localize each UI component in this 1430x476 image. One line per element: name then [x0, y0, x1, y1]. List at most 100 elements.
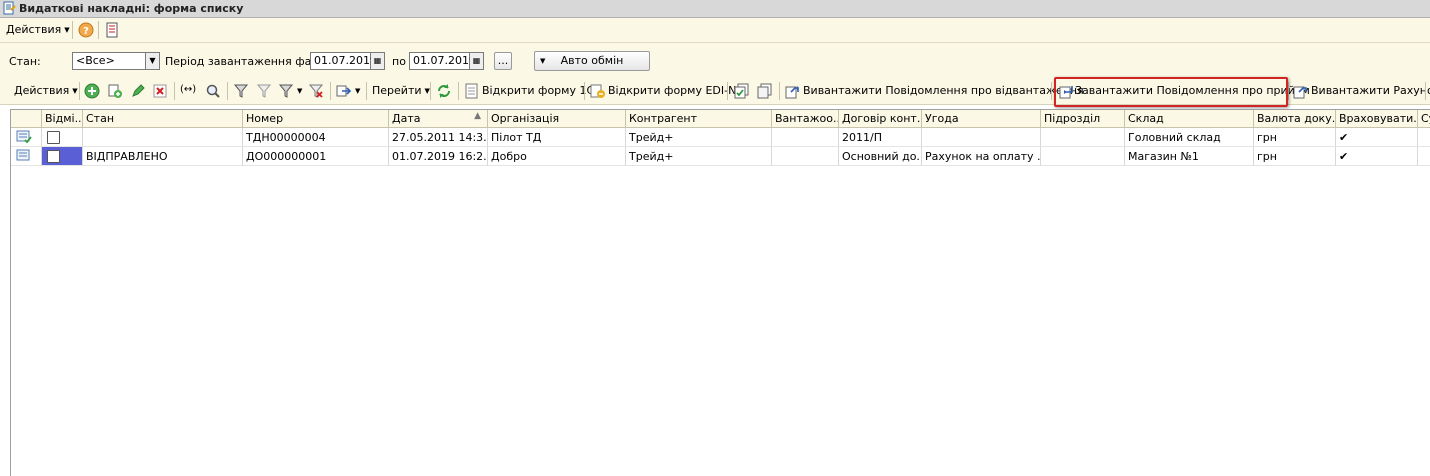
calendar-icon: ▦	[472, 56, 481, 65]
cell-consider: ✔	[1336, 147, 1418, 166]
cell-number: ДО000000001	[243, 147, 389, 166]
table-header-cell[interactable]: Відмі...	[42, 110, 83, 128]
column-label: Су	[1421, 112, 1430, 125]
date-from-value: 01.07.2019	[314, 54, 377, 67]
table-header-cell[interactable]: Номер	[243, 110, 389, 128]
cell-organization: Пілот ТД	[488, 128, 626, 147]
cell-organization: Добро	[488, 147, 626, 166]
document-icon	[3, 1, 16, 15]
copy-documents-icon[interactable]	[757, 83, 773, 99]
to-label: по	[392, 55, 406, 68]
caret-down-icon: ▼	[72, 87, 78, 95]
help-icon[interactable]: ?	[78, 22, 94, 38]
row-check-cell[interactable]	[42, 128, 83, 147]
state-select[interactable]: <Все>	[72, 52, 146, 70]
table-header-cell[interactable]: Стан	[83, 110, 243, 128]
cell-state: ВІДПРАВЛЕНО	[83, 147, 243, 166]
period-select-button[interactable]: ...	[494, 52, 512, 70]
upload-icon	[785, 86, 799, 99]
caret-down-icon: ▼	[64, 26, 70, 34]
filter-value-icon[interactable]	[256, 83, 272, 99]
table-row[interactable]: ТДН00000004 27.05.2011 14:3... Пілот ТД …	[11, 128, 1430, 147]
cell-deal: Рахунок на оплату ...	[922, 147, 1041, 166]
auto-exchange-button[interactable]: ▼ Авто обмін	[534, 51, 650, 71]
cell-sum	[1418, 128, 1430, 147]
row-check-cell-selected[interactable]	[42, 147, 83, 166]
calendar-icon: ▦	[373, 56, 382, 65]
upload-invoice-label: Вивантажити Рахунок	[1311, 84, 1430, 97]
calendar-from-button[interactable]: ▦	[371, 52, 385, 70]
row-icon-cell	[11, 128, 42, 147]
table-header-cell[interactable]: Враховувати...	[1336, 110, 1418, 128]
cell-deal	[922, 128, 1041, 147]
copy-icon[interactable]	[107, 83, 123, 99]
auto-exchange-label: Авто обмін	[560, 54, 624, 67]
table-header-cell[interactable]: Склад	[1125, 110, 1254, 128]
edi-form-icon	[590, 84, 605, 98]
add-icon[interactable]	[84, 83, 100, 99]
table-header-cell[interactable]: Договір конт...	[839, 110, 922, 128]
table-header-cell[interactable]: Дата ▲	[389, 110, 488, 128]
date-from-input[interactable]: 01.07.2019	[310, 52, 377, 70]
state-label: Стан:	[9, 55, 41, 68]
goto-menu[interactable]: Перейти ▼	[372, 84, 430, 97]
row-icon-cell	[11, 147, 42, 166]
column-label: Вантажоо...	[775, 112, 839, 125]
cell-date: 01.07.2019 16:2...	[389, 147, 488, 166]
caret-down-icon[interactable]: ▼	[297, 87, 302, 95]
separator	[779, 82, 780, 100]
column-label: Стан	[86, 112, 115, 125]
report-icon[interactable]	[104, 22, 120, 38]
cell-contract: 2011/П	[839, 128, 922, 147]
table-header-cell[interactable]: Угода	[922, 110, 1041, 128]
sync-arrows-icon[interactable]: (↔)	[180, 84, 196, 95]
cell-warehouse: Магазин №1	[1125, 147, 1254, 166]
state-dropdown-button[interactable]: ▼	[146, 52, 160, 70]
cell-consider: ✔	[1336, 128, 1418, 147]
svg-text:?: ?	[83, 26, 89, 37]
column-label: Номер	[246, 112, 284, 125]
actions-menu[interactable]: Действия ▼	[6, 23, 70, 36]
sort-ascending-icon: ▲	[474, 111, 481, 121]
row-checkbox[interactable]	[47, 131, 60, 144]
separator	[227, 82, 228, 100]
clear-filter-icon[interactable]	[308, 83, 324, 99]
move-icon[interactable]	[336, 83, 352, 99]
table-header-cell[interactable]: Підрозділ	[1041, 110, 1125, 128]
table-header-cell[interactable]: Організація	[488, 110, 626, 128]
documents-table: Відмі... Стан Номер Дата ▲ Організація К…	[10, 109, 1430, 476]
table-row[interactable]: ВІДПРАВЛЕНО ДО000000001 01.07.2019 16:2.…	[11, 147, 1430, 166]
actions-menu-label: Действия	[6, 23, 62, 36]
cell-warehouse: Головний склад	[1125, 128, 1254, 147]
column-label: Враховувати...	[1339, 112, 1418, 125]
filter-bar: Стан: <Все> ▼ Період завантаження фай...…	[0, 43, 1430, 78]
cell-counterparty: Трейд+	[626, 128, 772, 147]
filter-icon[interactable]	[233, 83, 249, 99]
checkmark-icon: ✔	[1339, 150, 1349, 163]
table-header-cell[interactable]: Вантажоо...	[772, 110, 839, 128]
find-icon[interactable]	[205, 83, 221, 99]
date-to-input[interactable]: 01.07.2019	[409, 52, 476, 70]
toolbar-actions-label: Действия	[14, 84, 70, 97]
column-label: Підрозділ	[1044, 112, 1101, 125]
goto-menu-label: Перейти	[372, 84, 422, 97]
row-checkbox[interactable]	[47, 150, 60, 163]
separator	[366, 82, 367, 100]
filter-history-icon[interactable]	[278, 83, 294, 99]
table-header-cell[interactable]: Контрагент	[626, 110, 772, 128]
column-label: Контрагент	[629, 112, 698, 125]
post-documents-icon[interactable]	[734, 83, 750, 99]
delete-icon[interactable]	[152, 83, 168, 99]
table-header-cell[interactable]: Су	[1418, 110, 1430, 128]
edit-icon[interactable]	[130, 83, 146, 99]
cell-currency: грн	[1254, 128, 1336, 147]
highlight-frame	[1054, 77, 1288, 107]
toolbar-actions-menu[interactable]: Действия ▼	[14, 84, 78, 97]
form-icon	[465, 83, 478, 99]
refresh-icon[interactable]	[436, 83, 452, 99]
caret-down-icon[interactable]: ▼	[355, 87, 360, 95]
separator	[174, 82, 175, 100]
column-label: Склад	[1128, 112, 1164, 125]
table-header-cell[interactable]: Валюта доку...	[1254, 110, 1336, 128]
calendar-to-button[interactable]: ▦	[470, 52, 484, 70]
